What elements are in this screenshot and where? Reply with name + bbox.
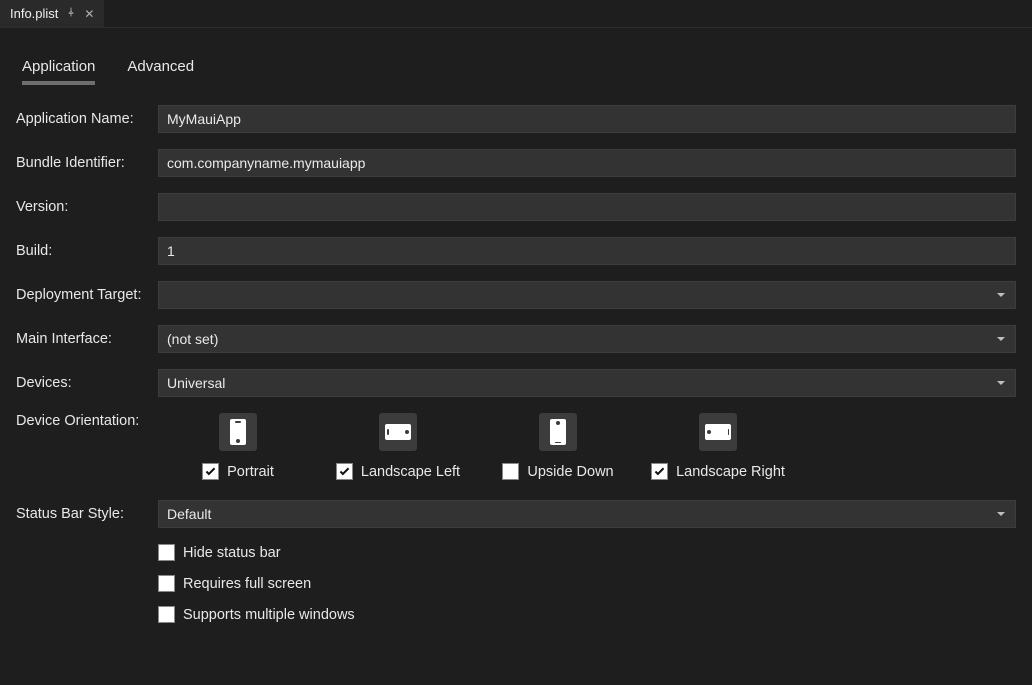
portrait-icon[interactable] xyxy=(219,413,257,451)
landscape-right-icon[interactable] xyxy=(699,413,737,451)
select-main-interface-value: (not set) xyxy=(167,331,218,347)
label-supports-multiple-windows: Supports multiple windows xyxy=(183,607,355,623)
row-deployment-target: Deployment Target: xyxy=(16,281,1016,309)
input-build[interactable] xyxy=(158,237,1016,265)
checkbox-landscape-left[interactable] xyxy=(336,463,353,480)
pin-icon[interactable] xyxy=(66,7,76,20)
row-bundle-identifier: Bundle Identifier: xyxy=(16,149,1016,177)
label-hide-status-bar: Hide status bar xyxy=(183,545,281,561)
input-version[interactable] xyxy=(158,193,1016,221)
row-application-name: Application Name: xyxy=(16,105,1016,133)
label-version: Version: xyxy=(16,199,158,215)
orientation-portrait: Portrait xyxy=(158,413,318,480)
label-landscape-left: Landscape Left xyxy=(361,464,460,480)
select-devices[interactable]: Universal xyxy=(158,369,1016,397)
orientation-landscape-right: Landscape Right xyxy=(638,413,798,480)
input-application-name[interactable] xyxy=(158,105,1016,133)
document-tab-title: Info.plist xyxy=(10,6,58,21)
label-build: Build: xyxy=(16,243,158,259)
chevron-down-icon xyxy=(997,381,1005,385)
label-devices: Devices: xyxy=(16,375,158,391)
select-devices-value: Universal xyxy=(167,375,225,391)
orientation-upside-down: Upside Down xyxy=(478,413,638,480)
select-status-bar-style[interactable]: Default xyxy=(158,500,1016,528)
label-bundle-identifier: Bundle Identifier: xyxy=(16,155,158,171)
chevron-down-icon xyxy=(997,293,1005,297)
label-status-bar-style: Status Bar Style: xyxy=(16,506,158,522)
label-portrait: Portrait xyxy=(227,464,274,480)
checkbox-portrait[interactable] xyxy=(202,463,219,480)
row-build: Build: xyxy=(16,237,1016,265)
label-upside-down: Upside Down xyxy=(527,464,613,480)
select-status-bar-style-value: Default xyxy=(167,506,211,522)
row-devices: Devices: Universal xyxy=(16,369,1016,397)
checkbox-upside-down[interactable] xyxy=(502,463,519,480)
form: Application Name: Bundle Identifier: Ver… xyxy=(0,85,1032,623)
document-tab-infoplist[interactable]: Info.plist ✕ xyxy=(0,0,105,27)
chevron-down-icon xyxy=(997,512,1005,516)
row-version: Version: xyxy=(16,193,1016,221)
select-main-interface[interactable]: (not set) xyxy=(158,325,1016,353)
label-deployment-target: Deployment Target: xyxy=(16,287,158,303)
landscape-left-icon[interactable] xyxy=(379,413,417,451)
status-bar-options: Hide status bar Requires full screen Sup… xyxy=(158,544,1016,623)
row-main-interface: Main Interface: (not set) xyxy=(16,325,1016,353)
select-deployment-target[interactable] xyxy=(158,281,1016,309)
input-bundle-identifier[interactable] xyxy=(158,149,1016,177)
close-icon[interactable]: ✕ xyxy=(84,7,94,21)
row-status-bar-style: Status Bar Style: Default xyxy=(16,500,1016,528)
orientation-landscape-left: Landscape Left xyxy=(318,413,478,480)
label-requires-full-screen: Requires full screen xyxy=(183,576,311,592)
checkbox-landscape-right[interactable] xyxy=(651,463,668,480)
tab-advanced[interactable]: Advanced xyxy=(127,58,194,85)
orientation-options: Portrait Landscape Left Upside Down xyxy=(158,413,1016,480)
label-landscape-right: Landscape Right xyxy=(676,464,785,480)
chevron-down-icon xyxy=(997,337,1005,341)
document-tabstrip: Info.plist ✕ xyxy=(0,0,1032,28)
checkbox-supports-multiple-windows[interactable] xyxy=(158,606,175,623)
label-main-interface: Main Interface: xyxy=(16,331,158,347)
section-tabs: Application Advanced xyxy=(0,28,1032,85)
checkbox-requires-full-screen[interactable] xyxy=(158,575,175,592)
label-device-orientation: Device Orientation: xyxy=(16,413,158,429)
row-device-orientation: Device Orientation: Portrait Landscape L… xyxy=(16,413,1016,480)
upside-down-icon[interactable] xyxy=(539,413,577,451)
checkbox-hide-status-bar[interactable] xyxy=(158,544,175,561)
tab-application[interactable]: Application xyxy=(22,58,95,85)
label-application-name: Application Name: xyxy=(16,111,158,127)
